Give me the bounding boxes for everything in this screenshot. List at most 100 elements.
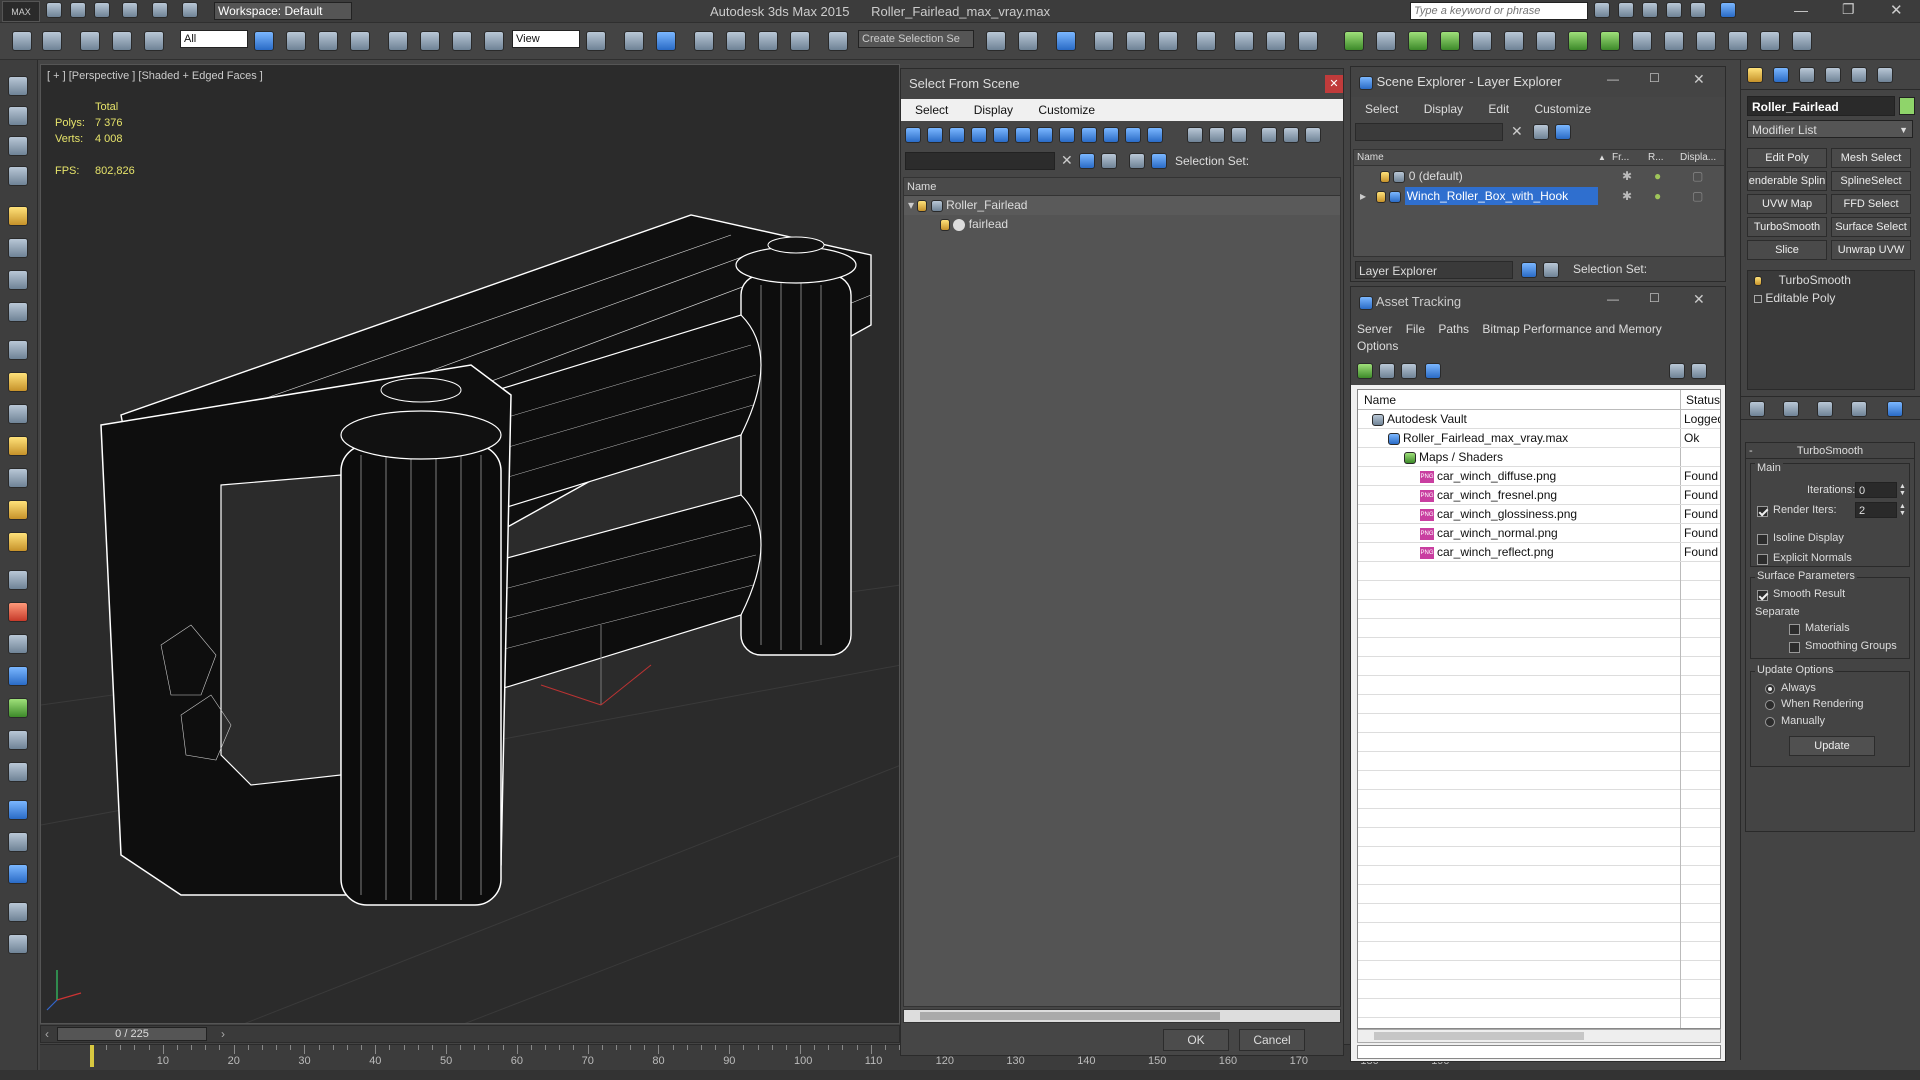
display-groups-icon[interactable] bbox=[1037, 127, 1053, 143]
se-close-button[interactable]: ✕ bbox=[1693, 71, 1705, 88]
material-editor-icon[interactable] bbox=[1196, 31, 1216, 51]
modifier-button[interactable]: Unwrap UVW bbox=[1831, 240, 1911, 260]
next-frame-button[interactable]: › bbox=[221, 1027, 225, 1041]
undo-icon[interactable] bbox=[12, 31, 32, 51]
prev-frame-button[interactable]: ‹ bbox=[45, 1027, 49, 1041]
cancel-button[interactable]: Cancel bbox=[1239, 1029, 1305, 1051]
create-light-icon[interactable] bbox=[8, 206, 28, 226]
se-maximize-button[interactable]: ☐ bbox=[1649, 71, 1660, 85]
create-sun-icon[interactable] bbox=[8, 500, 28, 520]
create-particle-icon[interactable] bbox=[8, 302, 28, 322]
show-end-result-icon[interactable] bbox=[1783, 401, 1799, 417]
scene-list[interactable]: Name ▾ Roller_Fairlead fairlead bbox=[903, 177, 1341, 1007]
vray-ipr-icon[interactable] bbox=[1728, 31, 1748, 51]
perspective-viewport[interactable]: [ + ] [Perspective ] [Shaded + Edged Fac… bbox=[40, 64, 900, 1024]
se-find-input[interactable] bbox=[1355, 123, 1503, 141]
modifier-button[interactable]: Surface Select bbox=[1831, 217, 1911, 237]
sort-icon[interactable] bbox=[1283, 127, 1299, 143]
modifier-button[interactable]: enderable Splin bbox=[1747, 171, 1827, 191]
create-world-icon[interactable] bbox=[8, 666, 28, 686]
maximize-button[interactable]: ❐ bbox=[1842, 1, 1855, 18]
save-icon[interactable] bbox=[94, 2, 110, 18]
asset-row[interactable]: PNG car_winch_glossiness.png Found bbox=[1358, 505, 1720, 524]
link-icon[interactable] bbox=[80, 31, 100, 51]
create-sphere-icon[interactable] bbox=[8, 404, 28, 424]
rotate-icon[interactable] bbox=[420, 31, 440, 51]
vray-exposure-icon[interactable] bbox=[1760, 31, 1780, 51]
se-menu-customize[interactable]: Customize bbox=[1534, 102, 1591, 116]
at-settings-icon[interactable] bbox=[1691, 363, 1707, 379]
asset-hscroll[interactable] bbox=[1357, 1029, 1721, 1043]
display-bones-icon[interactable] bbox=[1081, 127, 1097, 143]
vray-settings-icon[interactable] bbox=[1664, 31, 1684, 51]
asset-table[interactable]: Name Status Autodesk Vault Logged Roller_F… bbox=[1357, 389, 1721, 1029]
selection-filter-dropdown[interactable]: All bbox=[180, 30, 248, 48]
display-containers-icon[interactable] bbox=[1103, 127, 1119, 143]
dialog-close-button[interactable]: ✕ bbox=[1325, 75, 1343, 93]
menu-customize[interactable]: Customize bbox=[1038, 103, 1095, 117]
undo-icon[interactable] bbox=[122, 2, 138, 18]
create-cone-icon[interactable] bbox=[8, 468, 28, 488]
vray-camera-icon[interactable] bbox=[1600, 31, 1620, 51]
display-hidden-icon[interactable] bbox=[1147, 127, 1163, 143]
modify-tab-icon[interactable] bbox=[1773, 67, 1789, 83]
modifier-button[interactable]: Slice bbox=[1747, 240, 1827, 260]
light-bulb-icon[interactable] bbox=[940, 218, 950, 231]
display-mode-icon[interactable]: ▢ bbox=[1692, 166, 1703, 186]
object-name-field[interactable]: Roller_Fairlead bbox=[1747, 96, 1895, 116]
table-view-icon[interactable] bbox=[1425, 363, 1441, 379]
modifier-list-dropdown[interactable]: Modifier List ▼ bbox=[1747, 120, 1913, 138]
explorer-type-dropdown[interactable]: Layer Explorer bbox=[1355, 261, 1513, 279]
menu-select[interactable]: Select bbox=[915, 103, 948, 117]
display-mode-icon[interactable]: ▢ bbox=[1692, 186, 1703, 206]
filter-icon[interactable] bbox=[1261, 127, 1277, 143]
asset-row[interactable]: PNG car_winch_normal.png Found bbox=[1358, 524, 1720, 543]
display-lights-icon[interactable] bbox=[949, 127, 965, 143]
create-dome-icon[interactable] bbox=[8, 372, 28, 392]
light-bulb-icon[interactable] bbox=[1754, 275, 1762, 286]
display-geometry-icon[interactable] bbox=[905, 127, 921, 143]
asset-path-field[interactable] bbox=[1357, 1045, 1721, 1059]
at-help-icon[interactable] bbox=[1669, 363, 1685, 379]
vray-mesh-icon[interactable] bbox=[1472, 31, 1492, 51]
create-geosphere-icon[interactable] bbox=[8, 532, 28, 552]
utilities-tab-icon[interactable] bbox=[1877, 67, 1893, 83]
vray-fur-icon[interactable] bbox=[1440, 31, 1460, 51]
create-particle-flow-icon[interactable] bbox=[8, 864, 28, 884]
modifier-button[interactable]: FFD Select bbox=[1831, 194, 1911, 214]
display-tab-icon[interactable] bbox=[1851, 67, 1867, 83]
placement-icon[interactable] bbox=[484, 31, 504, 51]
create-cloth-icon[interactable] bbox=[8, 762, 28, 782]
time-slider[interactable]: ‹ 0 / 225 › bbox=[40, 1025, 900, 1043]
se-filter-icon[interactable] bbox=[1533, 124, 1549, 140]
asset-row[interactable]: Roller_Fairlead_max_vray.max Ok bbox=[1358, 429, 1720, 448]
smoothing-groups-checkbox[interactable] bbox=[1789, 642, 1800, 653]
render-iters-checkbox[interactable] bbox=[1757, 506, 1768, 517]
redo-icon[interactable] bbox=[42, 31, 62, 51]
create-plane-icon[interactable] bbox=[8, 340, 28, 360]
time-marker[interactable] bbox=[90, 1045, 94, 1067]
x-icon[interactable] bbox=[1690, 2, 1706, 18]
select-manipulate-icon[interactable] bbox=[624, 31, 644, 51]
select-all-icon[interactable] bbox=[1187, 127, 1203, 143]
time-slider-thumb[interactable]: 0 / 225 bbox=[57, 1027, 207, 1041]
se-clear-find-icon[interactable]: ✕ bbox=[1511, 123, 1523, 140]
create-tab-icon[interactable] bbox=[1747, 67, 1763, 83]
freeze-icon[interactable]: ✱ bbox=[1622, 166, 1632, 186]
modifier-button[interactable]: TurboSmooth bbox=[1747, 217, 1827, 237]
vray-rt-icon[interactable] bbox=[1696, 31, 1716, 51]
stack-item-editable-poly[interactable]: Editable Poly bbox=[1748, 290, 1914, 306]
help-icon[interactable] bbox=[1720, 2, 1736, 18]
window-crossing-icon[interactable] bbox=[350, 31, 370, 51]
col-name[interactable]: Name bbox=[1357, 150, 1384, 166]
col-render[interactable]: R... bbox=[1648, 150, 1664, 166]
find-input[interactable] bbox=[905, 152, 1055, 170]
create-script-icon[interactable] bbox=[8, 832, 28, 852]
at-menu-file[interactable]: File bbox=[1406, 322, 1425, 336]
at-menu-paths[interactable]: Paths bbox=[1438, 322, 1469, 336]
se-sync-icon[interactable] bbox=[1555, 124, 1571, 140]
hierarchy-tab-icon[interactable] bbox=[1799, 67, 1815, 83]
create-foliage-icon[interactable] bbox=[8, 698, 28, 718]
isoline-checkbox[interactable] bbox=[1757, 534, 1768, 545]
create-bones-icon[interactable] bbox=[8, 602, 28, 622]
